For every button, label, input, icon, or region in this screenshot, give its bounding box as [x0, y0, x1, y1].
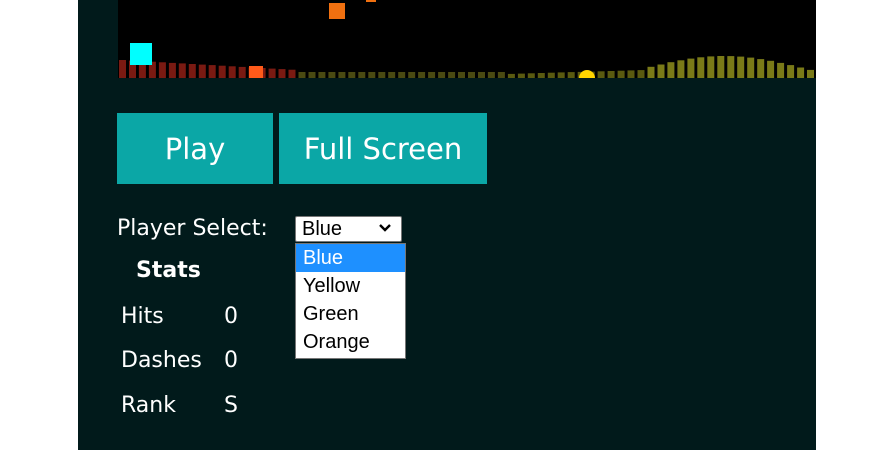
visualizer-bar	[278, 69, 286, 78]
player-select-value: Blue	[302, 217, 343, 240]
stat-label-hits: Hits	[121, 304, 164, 329]
game-canvas[interactable]	[118, 0, 816, 78]
visualizer-bar	[438, 72, 446, 78]
stat-label-rank: Rank	[121, 393, 176, 418]
visualizer-bar	[458, 72, 465, 78]
visualizer-bar	[208, 65, 216, 78]
visualizer-bar	[657, 64, 665, 78]
visualizer-bar	[328, 72, 336, 78]
visualizer-bar	[547, 72, 555, 78]
visualizer-bar	[807, 69, 814, 78]
visualizer-bar	[777, 62, 785, 78]
visualizer-bar	[637, 70, 645, 78]
visualizer-bar	[378, 72, 386, 78]
visualizer-bar	[487, 72, 495, 78]
visualizer-bar	[667, 62, 675, 78]
visualizer-bar	[418, 72, 426, 78]
visualizer-bar	[348, 72, 356, 78]
option-yellow[interactable]: Yellow	[296, 272, 405, 300]
visualizer-bar	[198, 64, 206, 78]
visualizer-bar	[687, 58, 695, 78]
visualizer-bar	[119, 60, 126, 78]
visualizer-bar	[697, 57, 705, 78]
visualizer-bar	[527, 73, 535, 78]
visualizer-bar	[507, 73, 515, 78]
visualizer-bar	[737, 56, 745, 78]
visualizer-bar	[448, 72, 456, 78]
visualizer-bar	[168, 62, 176, 78]
visualizer-bar	[298, 72, 306, 78]
visualizer-bar	[627, 70, 635, 78]
visualizer-bar	[358, 72, 366, 78]
visualizer-bar	[597, 71, 605, 78]
visualizer-bar	[308, 72, 316, 78]
stat-label-dashes: Dashes	[121, 348, 202, 373]
play-button[interactable]: Play	[117, 113, 273, 184]
visualizer-bar	[428, 72, 436, 78]
visualizer-bar	[787, 65, 795, 78]
visualizer-bar	[238, 66, 246, 78]
orange-enemy-square	[366, 0, 376, 2]
audio-visualizer-bars	[119, 56, 814, 78]
visualizer-bar	[368, 72, 376, 78]
visualizer-bar	[647, 66, 655, 78]
visualizer-bar	[178, 63, 186, 78]
chevron-down-icon	[379, 224, 391, 232]
cyan-player-square	[130, 43, 152, 65]
visualizer-bar	[747, 57, 755, 78]
visualizer-bar	[268, 68, 276, 78]
orange-enemy-square	[249, 66, 263, 78]
visualizer-bar	[228, 66, 236, 78]
visualizer-bar	[478, 72, 485, 78]
visualizer-bar	[158, 62, 166, 78]
visualizer-bar	[497, 72, 505, 78]
visualizer-bar	[717, 56, 725, 78]
visualizer-bar	[607, 71, 615, 78]
stat-value-hits: 0	[224, 304, 238, 329]
visualizer-bar	[218, 65, 226, 78]
visualizer-bar	[338, 72, 346, 78]
stats-heading: Stats	[136, 258, 201, 283]
visualizer-bar	[727, 56, 735, 78]
visualizer-bar	[468, 72, 475, 78]
visualizer-bar	[398, 72, 406, 78]
visualizer-bar	[288, 69, 296, 78]
player-select[interactable]: Blue	[295, 216, 402, 242]
orange-enemy-square	[329, 3, 345, 19]
stat-value-dashes: 0	[224, 348, 238, 373]
visualizer-bar	[707, 56, 715, 78]
visualizer-bar	[767, 60, 775, 78]
option-green[interactable]: Green	[296, 300, 405, 328]
visualizer-bar	[188, 64, 196, 78]
option-blue[interactable]: Blue	[296, 244, 405, 272]
full-screen-button[interactable]: Full Screen	[279, 113, 487, 184]
game-app: Play Full Screen Player Select: Blue Blu…	[78, 0, 816, 450]
visualizer-bar	[757, 59, 765, 78]
visualizer-bar	[318, 72, 326, 78]
visualizer-bar	[797, 67, 805, 78]
visualizer-bar	[537, 73, 545, 78]
visualizer-bar	[557, 72, 565, 78]
visualizer-bar	[617, 70, 625, 78]
visualizer-bar	[677, 60, 685, 78]
visualizer-bar	[408, 72, 416, 78]
player-select-label: Player Select:	[117, 216, 268, 241]
option-orange[interactable]: Orange	[296, 328, 405, 356]
visualizer-bar	[567, 72, 575, 78]
stat-value-rank: S	[224, 393, 238, 418]
player-select-dropdown: Blue Yellow Green Orange	[295, 243, 406, 359]
visualizer-bar	[517, 73, 525, 78]
visualizer-bar	[388, 72, 396, 78]
